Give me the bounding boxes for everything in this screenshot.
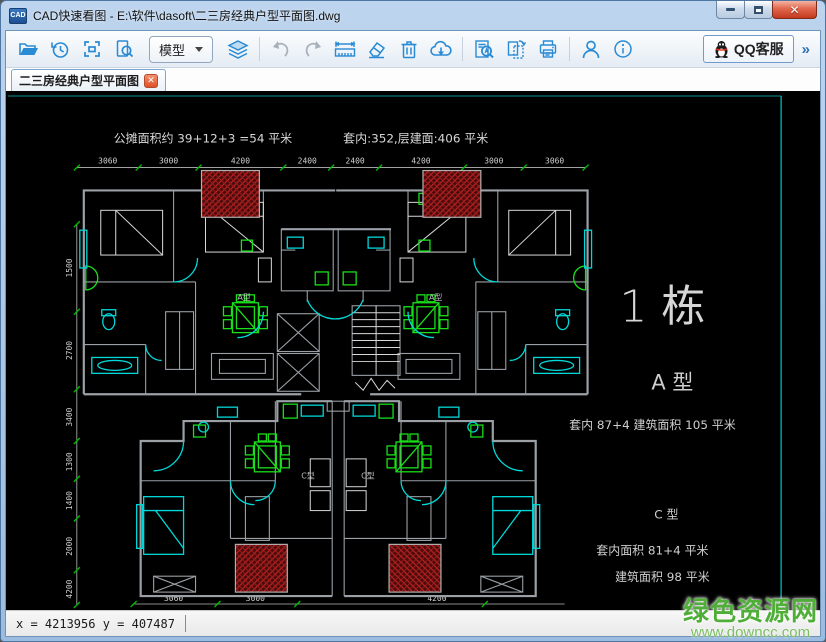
main-toolbar: 模型: [6, 31, 820, 68]
svg-text:2000: 2000: [65, 537, 74, 556]
svg-text:3000: 3000: [484, 157, 503, 166]
maximize-icon: [754, 6, 763, 14]
staircase: [352, 306, 400, 391]
qq-service-button[interactable]: QQ客服: [703, 35, 794, 63]
undo-button[interactable]: [265, 34, 297, 64]
statusbar-divider: [185, 615, 186, 632]
svg-text:3060: 3060: [545, 157, 564, 166]
more-tools-button[interactable]: »: [802, 41, 810, 58]
toolbar-separator: [569, 37, 570, 61]
about-button[interactable]: [607, 34, 639, 64]
document-tab[interactable]: 二三房经典户型平面图 ✕: [11, 69, 166, 91]
svg-text:2700: 2700: [65, 341, 74, 360]
building-number-text: 1 栋: [620, 282, 706, 333]
upper-floor-plan: A型 A型: [80, 171, 592, 395]
minimize-icon: [726, 8, 735, 11]
eraser-button[interactable]: [361, 34, 393, 64]
tab-close-button[interactable]: ✕: [144, 74, 158, 88]
user-button[interactable]: [575, 34, 607, 64]
title-bar[interactable]: CAD CAD快速看图 - E:\软件\dasoft\二三房经典户型平面图.dw…: [1, 1, 825, 30]
dimension-chain-top: 3060 3000 4200 2400 2400 4200 3000 3060: [74, 157, 589, 171]
open-folder-button[interactable]: [12, 34, 44, 64]
svg-text:4200: 4200: [411, 157, 430, 166]
model-space-dropdown[interactable]: 模型: [149, 36, 213, 63]
unit-type-label: A型: [237, 293, 250, 302]
dimension-chain-left: 1500 2700 3400 1300 1400 2000 4200: [65, 221, 80, 608]
type-c-area2-text: 建筑面积 98 平米: [615, 569, 710, 584]
unit-type-label: C型: [301, 472, 315, 481]
chevron-down-icon: [195, 47, 203, 52]
type-a-text: A 型: [651, 370, 693, 394]
lower-floor-plan: C型 C型: [137, 401, 540, 596]
svg-text:1400: 1400: [65, 491, 74, 510]
find-text-button[interactable]: [468, 34, 500, 64]
delete-button[interactable]: [393, 34, 425, 64]
app-icon: CAD: [9, 8, 27, 24]
svg-text:2400: 2400: [346, 157, 365, 166]
maximize-button[interactable]: [744, 1, 773, 19]
status-bar: x = 4213956 y = 407487: [6, 610, 820, 636]
svg-text:1500: 1500: [65, 258, 74, 277]
page-setup-button[interactable]: [500, 34, 532, 64]
app-window-stage: CAD CAD快速看图 - E:\软件\dasoft\二三房经典户型平面图.dw…: [0, 0, 826, 642]
svg-text:3000: 3000: [159, 157, 178, 166]
cursor-coordinates: x = 4213956 y = 407487: [16, 617, 175, 631]
toolbar-separator: [462, 37, 463, 61]
note-total-area: 套内:352,层建面:406 平米: [343, 132, 488, 146]
qq-penguin-icon: [713, 40, 730, 58]
redo-button[interactable]: [297, 34, 329, 64]
cloud-download-button[interactable]: [425, 34, 457, 64]
type-c-text: C 型: [654, 508, 678, 522]
qq-service-label: QQ客服: [734, 39, 784, 59]
close-button[interactable]: ✕: [772, 1, 817, 19]
close-icon: ✕: [789, 3, 799, 17]
balcony-hatch: [423, 171, 481, 218]
svg-text:4200: 4200: [65, 579, 74, 598]
balcony-hatch: [202, 171, 260, 218]
type-a-area-text: 套内 87+4 建筑面积 105 平米: [569, 417, 736, 432]
measure-button[interactable]: [329, 34, 361, 64]
unit-type-label: A型: [429, 293, 442, 302]
client-area: 模型: [5, 30, 821, 637]
history-button[interactable]: [44, 34, 76, 64]
layers-button[interactable]: [222, 34, 254, 64]
note-shared-area: 公摊面积约 39+12+3 =54 平米: [114, 131, 292, 146]
drawing-canvas[interactable]: 公摊面积约 39+12+3 =54 平米 套内:352,层建面:406 平米 3…: [6, 91, 820, 610]
fit-view-button[interactable]: [76, 34, 108, 64]
toolbar-separator: [259, 37, 260, 61]
floor-plan-drawing: 公摊面积约 39+12+3 =54 平米 套内:352,层建面:406 平米 3…: [6, 91, 820, 610]
svg-text:3060: 3060: [98, 157, 117, 166]
unit-type-label: C型: [361, 472, 375, 481]
elevator-shafts: [277, 314, 319, 392]
svg-text:2400: 2400: [298, 157, 317, 166]
tab-close-icon: ✕: [147, 75, 155, 86]
document-tabbar: 二三房经典户型平面图 ✕: [6, 68, 820, 91]
svg-text:4200: 4200: [231, 157, 250, 166]
print-button[interactable]: [532, 34, 564, 64]
minimize-button[interactable]: [716, 1, 745, 19]
window-controls: ✕: [717, 1, 817, 19]
type-c-area1-text: 套内面积 81+4 平米: [596, 543, 708, 557]
model-dropdown-value: 模型: [159, 40, 185, 59]
window-title: CAD快速看图 - E:\软件\dasoft\二三房经典户型平面图.dwg: [33, 7, 340, 24]
svg-text:1300: 1300: [65, 452, 74, 471]
document-tab-label: 二三房经典户型平面图: [19, 72, 139, 89]
page-zoom-button[interactable]: [108, 34, 140, 64]
svg-text:3400: 3400: [65, 407, 74, 426]
cad-viewer-window: CAD CAD快速看图 - E:\软件\dasoft\二三房经典户型平面图.dw…: [0, 0, 826, 642]
